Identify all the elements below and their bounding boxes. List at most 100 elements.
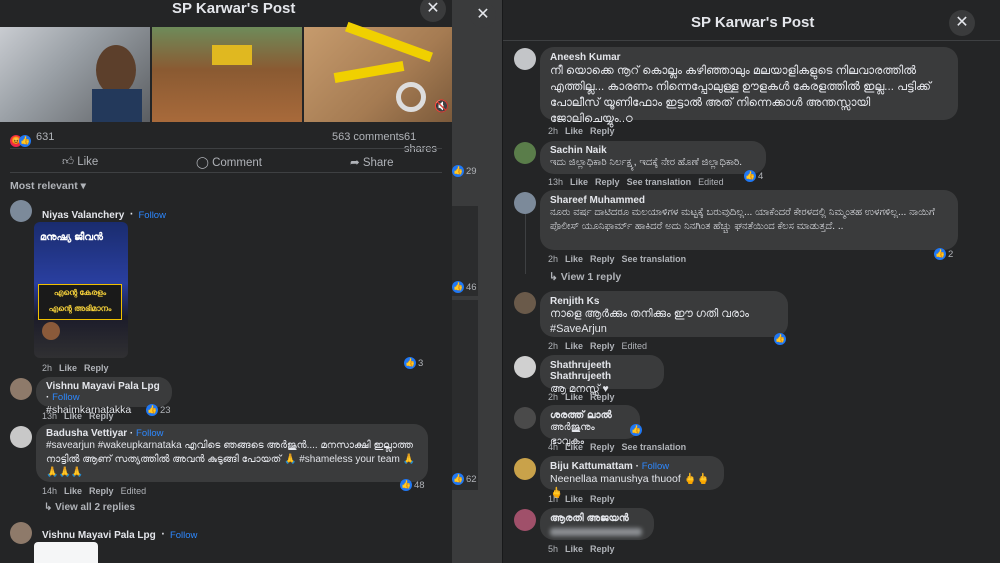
see-translation-link[interactable]: See translation	[627, 177, 692, 187]
like-reaction-icon: 👍	[146, 404, 158, 416]
comment-author[interactable]: Vishnu Mayavi Pala Lpg · Follow	[42, 525, 197, 543]
comment-meta: 13h Like Reply See translation Edited	[548, 177, 724, 187]
reaction-icons[interactable]: 😡👍	[10, 130, 33, 148]
comment-reply-button[interactable]: Reply	[590, 126, 615, 136]
author-name[interactable]: Shareef Muhammed	[550, 195, 948, 206]
post-photo-3[interactable]: 🔇	[304, 21, 452, 122]
comment-like-button[interactable]: Like	[565, 544, 583, 554]
author-name[interactable]: Niyas Valanchery	[42, 210, 124, 221]
follow-link[interactable]: Follow	[52, 392, 79, 403]
comment-button[interactable]: ◯ Comment	[196, 155, 262, 169]
comment-image-poster[interactable]: മനുഷ്യ ജീവൻ എന്റെ കേരളം എന്റെ അഭിമാനം	[34, 222, 128, 358]
author-name[interactable]: Sachin Naik	[550, 145, 756, 156]
comment-text: #savearjun #wakeupkarnataka എവിടെ ഞങ്ങടെ…	[46, 440, 416, 478]
comment-text: നീ യൊക്കെ നൂറ് കൊല്ലം കഴിഞ്ഞാലും മലയാളിക…	[550, 65, 931, 126]
like-reaction-icon: 👍	[774, 333, 786, 345]
comment-bubble: Shathrujeeth Shathrujeeth ആ മനസ്സ് ♥	[540, 355, 664, 395]
comment-like-button[interactable]: Like	[570, 177, 588, 187]
comment-like-button[interactable]: Like	[565, 341, 583, 351]
avatar[interactable]	[514, 142, 536, 164]
author-name[interactable]: Biju Kattumattam	[550, 461, 633, 472]
mute-icon[interactable]: 🔇	[434, 99, 449, 113]
comment-like-button[interactable]: Like	[64, 486, 82, 496]
comment-like-button[interactable]: Like	[59, 363, 77, 373]
comment-reply-button[interactable]: Reply	[89, 411, 114, 421]
comment-reply-button[interactable]: Reply	[590, 544, 615, 554]
close-icon[interactable]: ✕	[420, 0, 446, 22]
poster-banner: എന്റെ കേരളം എന്റെ അഭിമാനം	[38, 284, 122, 320]
see-translation-link[interactable]: See translation	[622, 254, 687, 264]
follow-link[interactable]: Follow	[139, 210, 166, 221]
close-icon[interactable]: ✕	[949, 10, 975, 36]
like-reaction-icon: 👍	[404, 357, 416, 369]
share-count[interactable]: 61 shares	[404, 131, 452, 155]
comment-reply-button[interactable]: Reply	[89, 486, 114, 496]
comment-reply-button[interactable]: Reply	[595, 177, 620, 187]
author-name[interactable]: Shathrujeeth Shathrujeeth	[550, 360, 654, 382]
comment-bubble: Vishnu Mayavi Pala Lpg · Follow #shaimka…	[36, 377, 172, 416]
like-button[interactable]: 👍︎ Like	[62, 155, 98, 169]
author-name[interactable]: ശരത്ത് ലാൽ	[550, 410, 630, 421]
author-name[interactable]: ആരതി അജയൻ	[550, 513, 644, 524]
comment-count[interactable]: 563 comments	[332, 131, 404, 143]
comment-reply-button[interactable]: Reply	[590, 494, 615, 504]
comment-like-count[interactable]: 👍 48	[400, 479, 425, 491]
divider	[10, 148, 442, 149]
post-photo-1[interactable]	[0, 27, 150, 122]
share-button[interactable]: ➦ Share	[350, 155, 394, 169]
sort-dropdown[interactable]: Most relevant ▾	[10, 180, 86, 192]
see-translation-link[interactable]: See translation	[622, 442, 687, 452]
comment-label: Comment	[212, 157, 262, 169]
reaction-count[interactable]: 631	[36, 131, 54, 143]
avatar[interactable]	[514, 192, 536, 214]
post-dialog-right: SP Karwar's Post ✕ Aneesh Kumar നീ യൊക്ക…	[503, 0, 1000, 563]
avatar[interactable]	[10, 378, 32, 400]
comment-like-button[interactable]: Like	[565, 392, 583, 402]
comment-like-button[interactable]: Like	[565, 494, 583, 504]
follow-link[interactable]: Follow	[170, 530, 197, 541]
author-name[interactable]: Badusha Vettiyar	[46, 428, 127, 439]
share-label: Share	[362, 157, 394, 169]
author-name[interactable]: Renjith Ks	[550, 296, 778, 307]
close-icon[interactable]: ✕	[470, 2, 496, 28]
comment-author[interactable]: Niyas Valanchery · Follow	[42, 205, 166, 223]
comment-like-button[interactable]: Like	[565, 126, 583, 136]
comment-reply-button[interactable]: Reply	[590, 254, 615, 264]
comment-like-button[interactable]: Like	[565, 254, 583, 264]
comment-like-count[interactable]: 👍 4	[744, 170, 763, 182]
author-name[interactable]: Vishnu Mayavi Pala Lpg	[42, 530, 156, 541]
comment-reply-button[interactable]: Reply	[84, 363, 109, 373]
author-name[interactable]: Aneesh Kumar	[550, 52, 948, 63]
comment-like-count[interactable]: 👍	[774, 333, 788, 345]
comment-like-button[interactable]: Like	[565, 442, 583, 452]
avatar[interactable]	[10, 426, 32, 448]
avatar[interactable]	[10, 200, 32, 222]
avatar[interactable]	[514, 509, 536, 531]
divider	[503, 40, 1000, 41]
avatar[interactable]	[514, 356, 536, 378]
follow-link[interactable]: Follow	[642, 461, 669, 472]
comment-reply-button[interactable]: Reply	[590, 341, 615, 351]
avatar[interactable]	[514, 407, 536, 429]
comment-bubble: Biju Kattumattam · Follow Neenellaa manu…	[540, 456, 724, 499]
comment-meta: 2h Like Reply Edited	[548, 341, 648, 351]
avatar[interactable]	[514, 292, 536, 314]
comment-like-count[interactable]: 👍	[630, 424, 644, 436]
avatar[interactable]	[514, 458, 536, 480]
avatar[interactable]	[514, 48, 536, 70]
post-photo-2[interactable]	[152, 27, 302, 122]
author-name[interactable]: Vishnu Mayavi Pala Lpg	[46, 381, 160, 392]
avatar[interactable]	[10, 522, 32, 544]
comment-reply-button[interactable]: Reply	[590, 392, 615, 402]
view-replies-link[interactable]: ↳ View all 2 replies	[44, 502, 135, 513]
comment-image[interactable]	[34, 542, 98, 563]
comment-like-count[interactable]: 👍 23	[146, 404, 171, 416]
comment-like-count[interactable]: 👍 3	[404, 357, 423, 369]
follow-link[interactable]: Follow	[136, 428, 163, 439]
view-reply-link[interactable]: ↳ View 1 reply	[549, 271, 621, 283]
comment-meta: 14h Like Reply Edited	[42, 486, 147, 496]
comment-like-button[interactable]: Like	[64, 411, 82, 421]
comment-like-count[interactable]: 👍 2	[934, 248, 953, 260]
comment-text: നാളെ ആർക്കും തനിക്കും ഈ ഗതി വരാം #SaveAr…	[550, 308, 750, 335]
comment-reply-button[interactable]: Reply	[590, 442, 615, 452]
